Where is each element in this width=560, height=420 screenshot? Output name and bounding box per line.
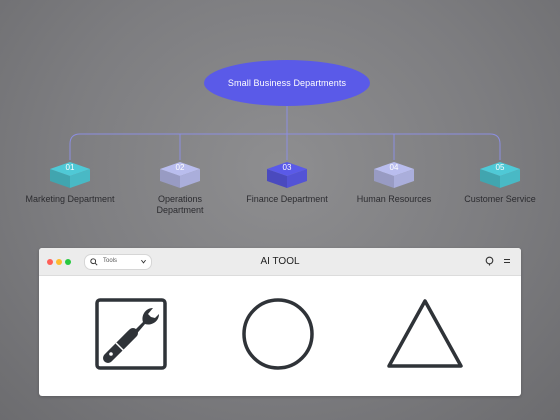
app-window: Tools AI TOOL (39, 248, 521, 396)
department-label: Finance Department (227, 194, 347, 205)
department-number: 04 (389, 163, 399, 172)
department-label: Human Resources (334, 194, 454, 205)
department-label-line: Finance Department (246, 194, 328, 204)
circle-icon[interactable] (241, 297, 315, 371)
wrench-screwdriver-icon[interactable] (93, 296, 169, 372)
department-label: Marketing Department (10, 194, 130, 205)
department-label: Operations Department (120, 194, 240, 216)
department-number: 05 (495, 163, 505, 172)
department-label-line: Marketing Department (25, 194, 115, 204)
root-node: Small Business Departments (204, 60, 370, 106)
department-label-line: Human Resources (356, 194, 432, 204)
department-number: 03 (282, 163, 292, 172)
triangle-icon[interactable] (385, 296, 465, 372)
org-chart-diagram: Small Business Departments 01 Marketing D… (0, 0, 560, 240)
department-number: 01 (65, 163, 75, 172)
search-icon[interactable] (485, 256, 495, 266)
department-label: Customer Service (440, 194, 560, 205)
menu-icon[interactable] (502, 256, 512, 266)
department-label-line: Operations (157, 194, 203, 204)
tool-area (39, 276, 521, 396)
department-label-line: Customer Service (464, 194, 536, 204)
window-title: AI TOOL (260, 256, 300, 267)
title-bar: Tools AI TOOL (39, 248, 521, 276)
department-label-line: Department (156, 205, 204, 215)
root-node-label: Small Business Departments (227, 78, 347, 88)
department-number: 02 (175, 163, 185, 172)
